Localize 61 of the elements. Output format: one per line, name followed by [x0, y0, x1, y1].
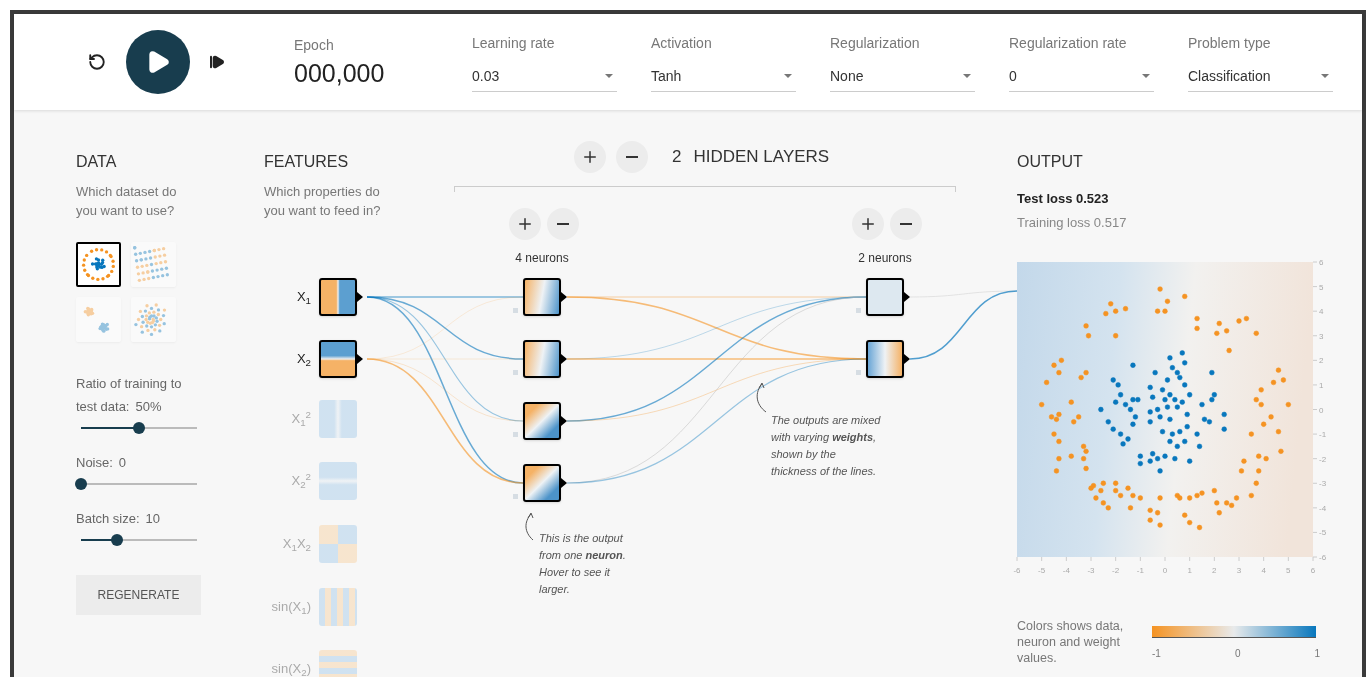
- tick-label: 1: [1314, 647, 1320, 661]
- legend-text: Colors shows data, neuron and weight values.: [1017, 618, 1125, 666]
- tick-label: 6: [1319, 258, 1324, 267]
- section-subtitle: Which dataset do you want to use?: [76, 183, 178, 220]
- tick-label: -4: [1319, 503, 1327, 513]
- tick-label: -6: [1319, 553, 1327, 562]
- slider-label: Noise:: [76, 454, 113, 472]
- section-subtitle: Which properties do you want to feed in?: [264, 183, 382, 220]
- test-loss: Test loss 0.523: [1017, 190, 1110, 208]
- neuron-count: 4 neurons: [514, 250, 570, 267]
- slider-value: 10: [145, 510, 161, 528]
- tick-label: 3: [1319, 331, 1324, 341]
- tick-label: 0: [1234, 647, 1241, 661]
- epoch-value: 000,000: [294, 57, 386, 89]
- tick-label: 2: [1212, 566, 1217, 575]
- dropdown-label: Regularization rate: [1009, 33, 1128, 53]
- tick-label: -4: [1062, 566, 1070, 575]
- feature-label: X$_{1}$X$_{2}$: [281, 535, 312, 554]
- tick-label: 1: [1187, 566, 1192, 575]
- tick-label: -1: [1152, 647, 1161, 661]
- section-title: DATA: [76, 152, 118, 172]
- tick-label: 5: [1319, 282, 1324, 292]
- section-title: FEATURES: [264, 152, 349, 172]
- tick-label: -3: [1087, 566, 1095, 575]
- tick-label: -1: [1136, 566, 1144, 575]
- neuron-count: 2 neurons: [857, 250, 913, 267]
- section-title: HIDDEN LAYERS: [693, 146, 830, 169]
- section-title: OUTPUT: [1017, 152, 1084, 172]
- tick-label: 0: [1162, 566, 1168, 575]
- tick-label: 3: [1236, 566, 1242, 575]
- tick-label: 6: [1310, 566, 1316, 575]
- slider-value: 50%: [135, 398, 162, 416]
- feature-label: X$_{1}$: [295, 288, 312, 307]
- tick-label: -3: [1319, 479, 1327, 489]
- dropdown-label: Problem type: [1188, 33, 1272, 53]
- tick-label: 4: [1319, 307, 1324, 317]
- annotation: The outputs are mixed with varying weights, shown by the thickness of the lines.: [771, 413, 882, 479]
- dropdown-label: Regularization: [830, 33, 921, 53]
- slider-label: Ratio of training to: [76, 375, 183, 393]
- tick-label: 4: [1261, 566, 1266, 575]
- feature-label: sin(X$_{1}$): [270, 598, 312, 617]
- slider-label: Batch size:: [76, 510, 140, 528]
- feature-label: sin(X$_{2}$): [270, 660, 312, 677]
- dropdown-label: Learning rate: [472, 33, 556, 53]
- tick-label: -5: [1319, 528, 1327, 538]
- tick-label: 2: [1319, 356, 1324, 366]
- slider-label: test data:: [76, 398, 130, 416]
- epoch-label: Epoch: [294, 35, 335, 55]
- annotation: This is the output from one neuron. Hover to see it larger.: [539, 531, 627, 597]
- training-loss: Training loss 0.517: [1017, 213, 1128, 232]
- tick-label: -1: [1319, 430, 1327, 440]
- tick-label: 5: [1286, 566, 1291, 575]
- dropdown-label: Activation: [651, 33, 713, 53]
- tick-label: -2: [1319, 454, 1327, 464]
- tick-label: -5: [1038, 566, 1046, 575]
- tick-label: -6: [1013, 566, 1021, 575]
- layer-count: 2: [672, 146, 682, 169]
- slider-value: 0: [118, 454, 127, 472]
- feature-label: X$_{2}$: [295, 350, 312, 369]
- tick-label: 1: [1319, 380, 1324, 390]
- tick-label: -2: [1112, 566, 1120, 575]
